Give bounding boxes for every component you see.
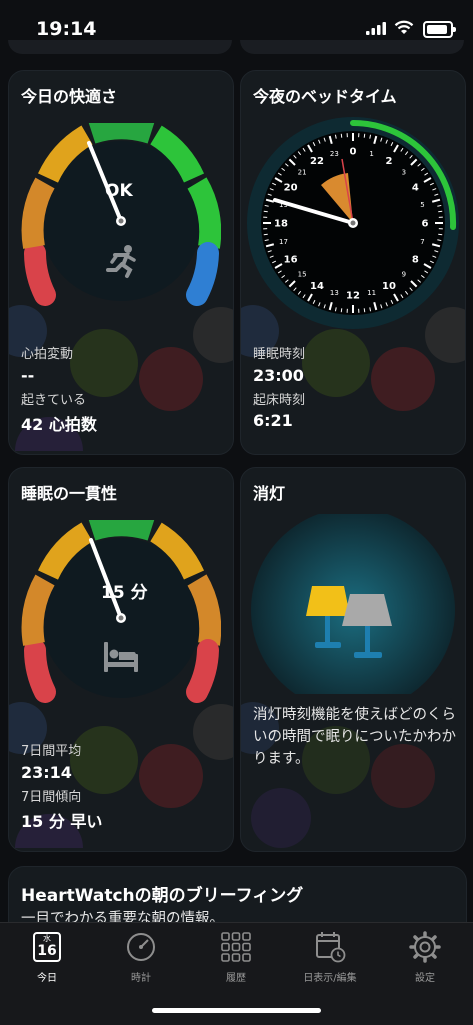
tab-today-label: 今日 (0, 969, 94, 984)
tab-history-label: 履歴 (189, 969, 283, 984)
clock-hour-label: 5 (420, 201, 424, 209)
clock-hour-label: 0 (350, 147, 357, 158)
tab-day-view-label: 日表示/編集 (283, 969, 377, 984)
sleep-time-label: 睡眠時刻 (253, 343, 305, 362)
tab-settings[interactable]: 設定 (378, 929, 472, 984)
clock-hour-label: 6 (422, 219, 429, 230)
running-person-icon (103, 243, 139, 279)
clock-tick (341, 134, 342, 138)
grid-icon (221, 932, 251, 962)
clock-hour-label: 2 (386, 156, 393, 167)
consistency-card[interactable]: 睡眠の一貫性 15 分 7日間平均 23:14 7日間傾向 15 分 早い (8, 467, 234, 852)
consistency-gauge (21, 520, 221, 710)
clock-hour-label: 3 (402, 169, 406, 177)
tab-today[interactable]: 水 16 今日 (0, 929, 94, 984)
trend-7d-label: 7日間傾向 (21, 786, 81, 805)
gear-icon (409, 931, 441, 963)
tab-clock[interactable]: 時計 (94, 929, 188, 984)
clock-hour-label: 21 (298, 169, 307, 177)
hrv-label: 心拍変動 (21, 343, 73, 362)
lights-out-message: 消灯時刻機能を使えばどのくらいの時間で眠りについたかわかります。 (253, 704, 463, 770)
consistency-title: 睡眠の一貫性 (21, 480, 117, 504)
awake-value: 42 心拍数 (21, 411, 97, 435)
sleep-time-value: 23:00 (253, 366, 304, 385)
clock-hour-label: 23 (330, 150, 339, 158)
clock-hour-label: 15 (298, 270, 307, 278)
clock-hour-label: 18 (274, 219, 288, 230)
lights-out-card[interactable]: 消灯 消灯時刻機能を使えばどのくらいの時間で眠りについたかわかります。 (240, 467, 466, 852)
wake-time-label: 起床時刻 (253, 389, 305, 408)
briefing-title: HeartWatchの朝のブリーフィング (21, 881, 303, 906)
clock-tick (364, 134, 365, 138)
avg-7d-value: 23:14 (21, 763, 72, 782)
clock-hour-label: 4 (412, 183, 419, 194)
avg-7d-label: 7日間平均 (21, 740, 81, 759)
cellular-signal-icon (366, 22, 386, 35)
comfort-gauge (21, 123, 221, 313)
clock-hour-label: 20 (284, 183, 298, 194)
clock-hour-label: 17 (279, 238, 288, 246)
clock-hour-label: 1 (369, 150, 373, 158)
bedtime-clock: 02468101214161820221357911131517192123 (245, 115, 461, 331)
hrv-value: -- (21, 366, 34, 385)
trend-7d-value: 15 分 早い (21, 808, 102, 832)
clock-tick (438, 234, 442, 235)
calendar-today-icon: 水 16 (33, 932, 61, 962)
clock-hour-label: 11 (367, 289, 376, 297)
tab-day-view[interactable]: 日表示/編集 (283, 929, 377, 984)
comfort-card[interactable]: 今日の快適さ OK 心拍変動 -- 起きている 42 心拍数 (8, 70, 234, 455)
clock-hour-label: 7 (420, 238, 424, 246)
clock-hour-label: 13 (330, 289, 339, 297)
home-indicator[interactable] (152, 1008, 321, 1013)
clock-hour-label: 16 (284, 255, 298, 266)
bedtime-title: 今夜のベッドタイム (253, 83, 397, 107)
bedtime-card[interactable]: 今夜のベッドタイム 024681012141618202213579111315… (240, 70, 466, 455)
calendar-edit-icon (314, 931, 346, 963)
wake-time-value: 6:21 (253, 411, 293, 430)
consistency-gauge-text: 15 分 (101, 578, 148, 603)
clock-hour-label: 9 (402, 270, 406, 278)
clock-hour-label: 14 (310, 281, 324, 292)
clock-tick (341, 308, 342, 312)
clock-icon (125, 931, 157, 963)
clock-hour-label: 8 (412, 255, 419, 266)
lights-out-title: 消灯 (253, 480, 285, 504)
clock-hour-label: 10 (382, 281, 396, 292)
wifi-icon (394, 20, 414, 35)
clock-tick (264, 234, 268, 235)
tab-clock-label: 時計 (94, 969, 188, 984)
previous-card-edge (240, 40, 464, 54)
comfort-gauge-text: OK (105, 181, 133, 201)
battery-icon (423, 21, 453, 38)
tab-settings-label: 設定 (378, 969, 472, 984)
clock-tick (438, 211, 442, 212)
clock-hour-label: 22 (310, 156, 324, 167)
status-time: 19:14 (36, 18, 96, 40)
lamp-illustration (249, 514, 457, 694)
clock-tick (364, 308, 365, 312)
comfort-title: 今日の快適さ (21, 83, 117, 107)
clock-tick (264, 211, 268, 212)
awake-label: 起きている (21, 389, 86, 408)
today-date: 16 (35, 944, 59, 959)
tab-history[interactable]: 履歴 (189, 929, 283, 984)
previous-card-edge (8, 40, 232, 54)
clock-hour-label: 12 (346, 291, 360, 302)
bed-icon (101, 638, 141, 674)
